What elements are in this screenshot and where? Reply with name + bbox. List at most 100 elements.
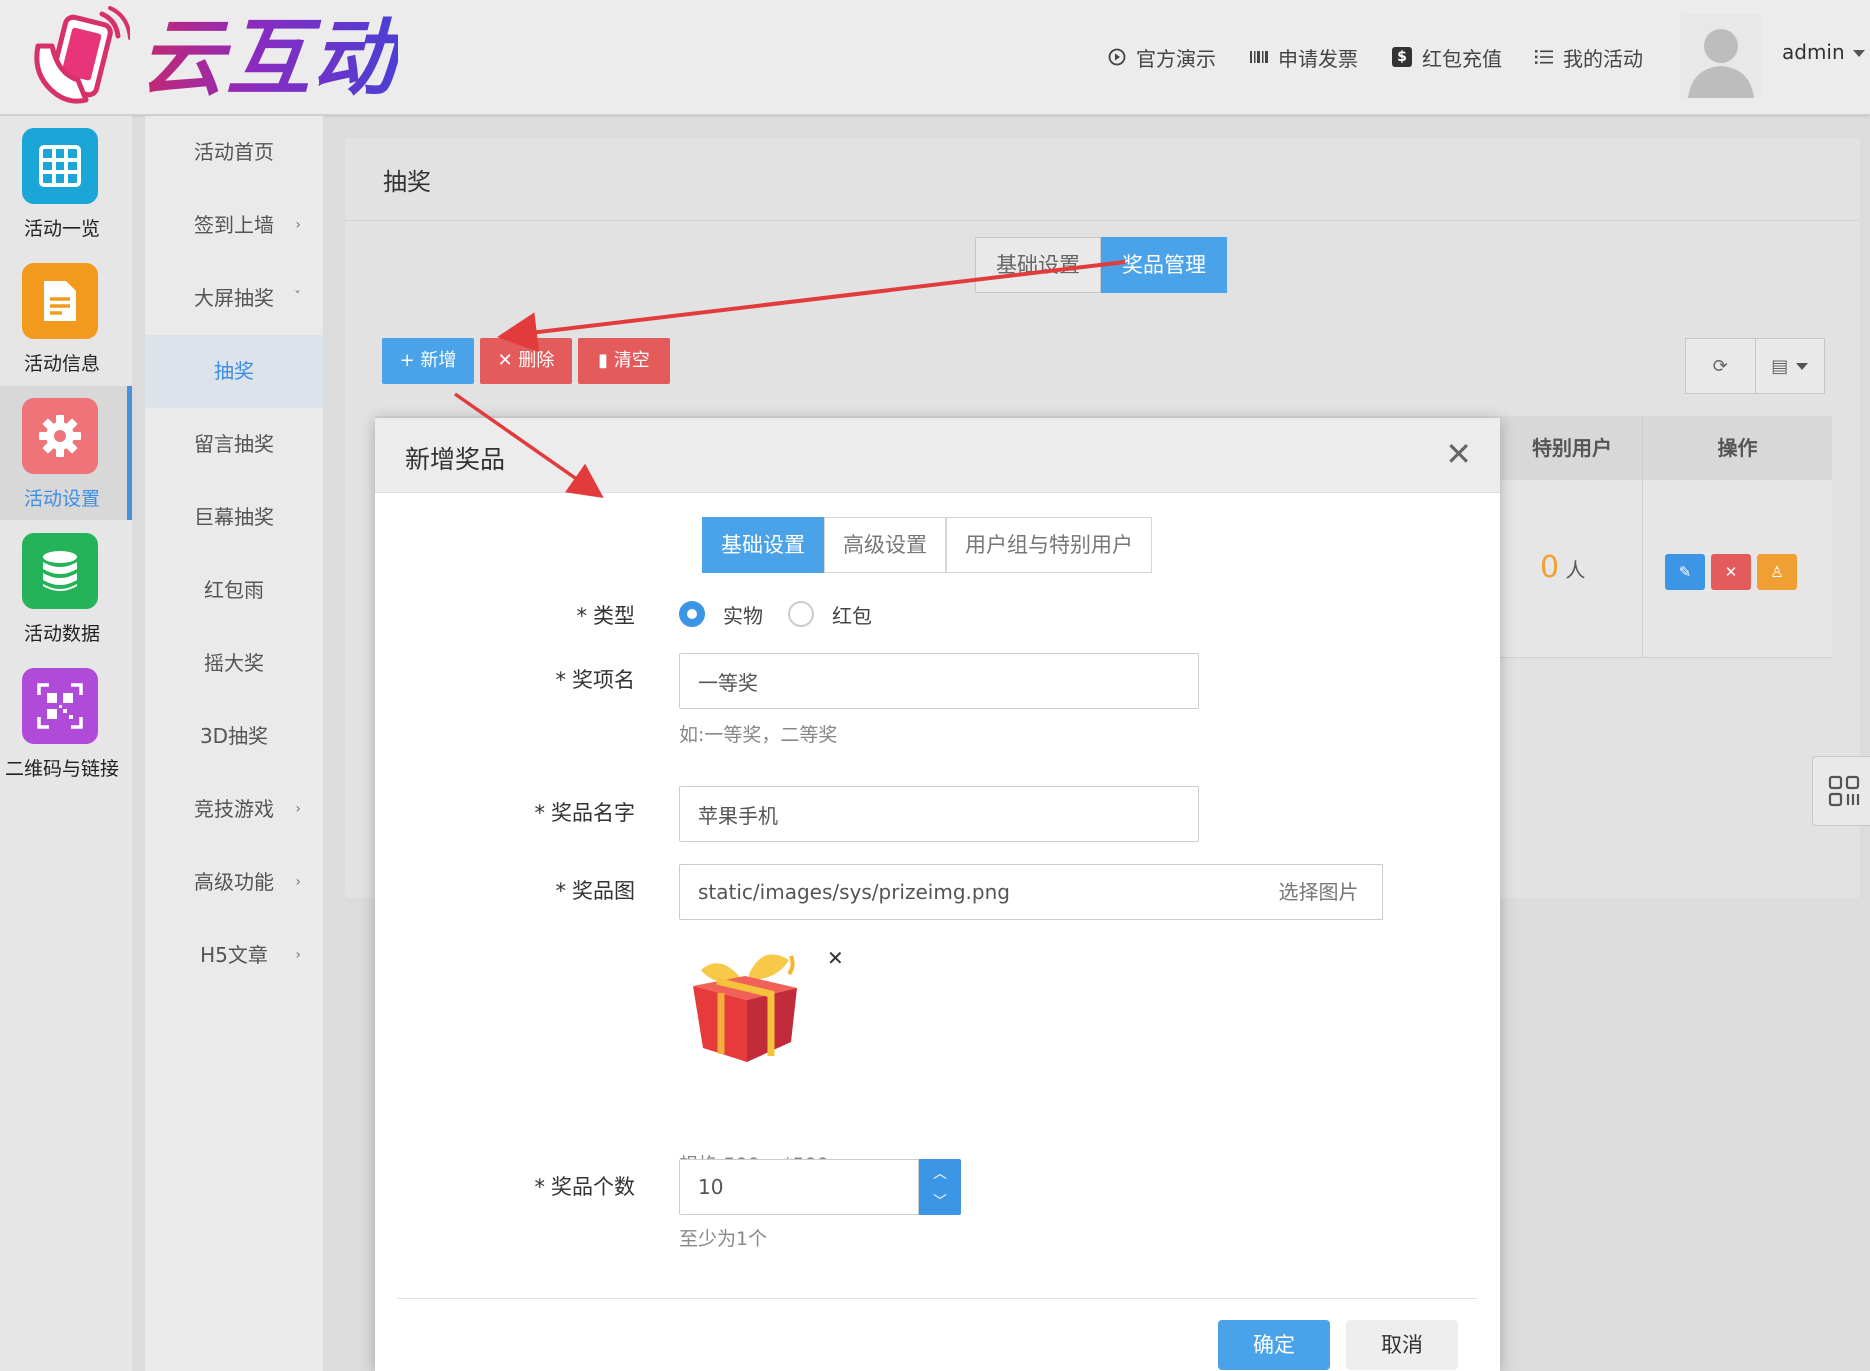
topnav-my-activities-link[interactable]: 我的活动: [1535, 40, 1643, 74]
prize-image-label: * 奖品图: [375, 875, 636, 905]
user-menu[interactable]: admin: [1782, 40, 1865, 64]
prize-count-stepper[interactable]: [679, 1159, 919, 1215]
tab-basic-settings[interactable]: 基础设置: [975, 237, 1101, 293]
edit-button[interactable]: ✎: [1665, 554, 1705, 590]
submenu-item-h5-article[interactable]: H5文章 ›: [145, 919, 323, 992]
chevron-down-icon[interactable]: ﹀: [933, 1191, 947, 1211]
float-toolbar-button[interactable]: [1812, 756, 1870, 826]
top-header: 云互动 官方演示 申请发票 $ 红包充值 我的活动 admin: [0, 0, 1870, 115]
submenu-item-checkin-wall[interactable]: 签到上墙 ›: [145, 189, 323, 262]
document-icon: [22, 263, 98, 339]
tab-user-groups[interactable]: 用户组与特别用户: [946, 517, 1152, 573]
sidebar-item-info[interactable]: 活动信息: [0, 251, 132, 385]
gear-icon: [22, 398, 98, 474]
submenu-item-label: 巨幕抽奖: [194, 505, 274, 529]
dollar-icon: $: [1392, 47, 1412, 67]
avatar[interactable]: [1680, 14, 1762, 98]
type-radio-physical-label[interactable]: 实物: [723, 600, 763, 629]
submenu-item-message-lottery[interactable]: 留言抽奖: [145, 408, 323, 481]
item-name-help: 如:一等奖，二等奖: [679, 724, 838, 746]
add-button[interactable]: + 新增: [382, 338, 474, 384]
barcode-icon: [1250, 51, 1268, 63]
user-name: admin: [1782, 40, 1845, 64]
required-mark: *: [555, 879, 567, 903]
required-mark: *: [576, 604, 588, 628]
required-mark: *: [555, 668, 567, 692]
dialog-tabs: 基础设置 高级设置 用户组与特别用户: [702, 517, 1152, 573]
type-label-text: 类型: [593, 604, 635, 628]
sidebar-item-label: 活动一览: [23, 218, 100, 240]
close-icon[interactable]: ✕: [1445, 436, 1472, 472]
play-circle-icon: [1108, 48, 1126, 66]
sidebar-item-data[interactable]: 活动数据: [0, 521, 132, 655]
topnav-demo-link[interactable]: 官方演示: [1108, 40, 1216, 74]
prize-name-label: * 奖品名字: [375, 797, 636, 827]
caret-down-icon: [1796, 362, 1809, 370]
submenu-item-home[interactable]: 活动首页: [145, 116, 323, 189]
type-radio-red-packet-label[interactable]: 红包: [832, 600, 872, 629]
delete-row-button[interactable]: ✕: [1711, 554, 1751, 590]
clear-button[interactable]: ▮ 清空: [578, 338, 670, 384]
topnav-recharge-link[interactable]: $ 红包充值: [1392, 40, 1502, 74]
submenu-item-giant-screen-lottery[interactable]: 巨幕抽奖: [145, 481, 323, 554]
submenu-item-lottery[interactable]: 抽奖: [145, 335, 323, 408]
topnav-invoice-link[interactable]: 申请发票: [1250, 40, 1358, 74]
prize-image-path-input[interactable]: [679, 864, 1256, 920]
special-users-unit: 人: [1565, 558, 1586, 582]
sidebar-item-settings[interactable]: 活动设置: [0, 386, 132, 520]
close-icon: ✕: [497, 350, 519, 371]
table-tools: ⟳ ▤: [1685, 338, 1825, 394]
special-users-cell: 0 人: [1540, 550, 1585, 585]
submenu-item-big-screen-lottery[interactable]: 大屏抽奖 ˇ: [145, 262, 323, 335]
tab-basic-settings[interactable]: 基础设置: [702, 517, 824, 573]
database-icon: [22, 533, 98, 609]
plus-icon: +: [399, 350, 421, 371]
confirm-button[interactable]: 确定: [1218, 1320, 1330, 1370]
item-name-input[interactable]: [679, 653, 1199, 709]
submenu-item-advanced[interactable]: 高级功能 ›: [145, 846, 323, 919]
refresh-button[interactable]: ⟳: [1686, 339, 1755, 393]
panel-tabs: 基础设置 奖品管理: [975, 237, 1227, 293]
clear-button-label: 清空: [613, 350, 650, 371]
remove-image-icon[interactable]: ✕: [827, 946, 844, 970]
submenu-item-label: 活动首页: [194, 140, 274, 164]
user-button[interactable]: ♙: [1757, 554, 1797, 590]
type-radio-red-packet[interactable]: [788, 601, 814, 627]
type-radio-physical[interactable]: [679, 601, 705, 627]
submenu-item-3d-lottery[interactable]: 3D抽奖: [145, 700, 323, 773]
columns-toggle-button[interactable]: ▤: [1754, 339, 1825, 393]
prize-image-label-text: 奖品图: [572, 879, 635, 903]
chevron-up-icon[interactable]: ︿: [933, 1163, 947, 1183]
sidebar-item-overview[interactable]: 活动一览: [0, 116, 132, 250]
grid-icon: [22, 128, 98, 204]
submenu-item-label: 红包雨: [204, 578, 264, 602]
submenu-item-label: 竞技游戏: [194, 797, 274, 821]
divider: [397, 1298, 1477, 1299]
stepper-buttons[interactable]: ︿ ﹀: [919, 1159, 961, 1215]
brand-logo-text: 云互动: [140, 9, 399, 107]
submenu-item-red-packet-rain[interactable]: 红包雨: [145, 554, 323, 627]
gift-box-icon: [693, 954, 797, 1062]
tab-advanced-settings[interactable]: 高级设置: [824, 517, 946, 573]
item-name-label-text: 奖项名: [572, 668, 635, 692]
sidebar-item-qrcode[interactable]: 二维码与链接: [0, 656, 132, 790]
caret-down-icon: [1852, 50, 1865, 57]
submenu-item-label: 留言抽奖: [194, 432, 274, 456]
submenu-item-games[interactable]: 竞技游戏 ›: [145, 773, 323, 846]
apps-grid-icon: [1828, 775, 1860, 807]
submenu-item-shake-prize[interactable]: 摇大奖: [145, 627, 323, 700]
prize-name-input[interactable]: [679, 786, 1199, 842]
submenu: 活动首页 签到上墙 › 大屏抽奖 ˇ 抽奖 留言抽奖 巨幕抽奖 红包雨 摇大奖 3D…: [145, 116, 323, 1371]
select-image-button[interactable]: 选择图片: [1255, 864, 1383, 920]
trash-icon: ▮: [598, 350, 614, 371]
column-header-actions: 操作: [1642, 416, 1832, 480]
tab-prize-management[interactable]: 奖品管理: [1101, 237, 1227, 293]
special-users-count: 0: [1540, 550, 1560, 585]
cancel-button[interactable]: 取消: [1346, 1320, 1458, 1370]
delete-button[interactable]: ✕ 删除: [480, 338, 572, 384]
user-icon: ♙: [1770, 563, 1784, 581]
prize-count-label: * 奖品个数: [375, 1171, 636, 1201]
divider: [1642, 480, 1643, 658]
chevron-right-icon: ›: [295, 947, 301, 963]
required-mark: *: [534, 1175, 546, 1199]
